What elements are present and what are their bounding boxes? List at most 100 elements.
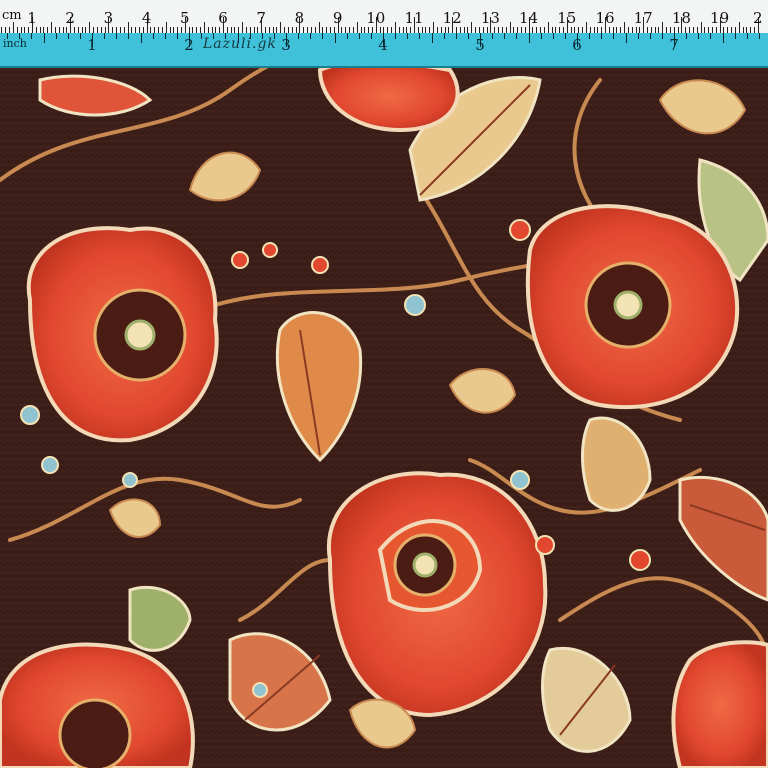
ruler-cm-label: 5: [180, 9, 190, 27]
ruler-cm-scale: cm 1 2 3 4 5 6 7 8 9 10 11 12 13 14 15 16 17 18 19 2: [0, 0, 768, 34]
ruler-cm-tick: [89, 22, 91, 33]
ruler-inch-tick: [564, 33, 566, 39]
ruler-inch-tick: [395, 33, 397, 39]
ruler-inch-tick: [322, 33, 324, 39]
ruler-cm-label: 18: [671, 9, 691, 27]
ruler-cm-label: 2: [753, 9, 763, 27]
fabric-photo: cm 1 2 3 4 5 6 7 8 9 10 11 12 13 14 15 16 17 18 19 2 inch L…: [0, 0, 768, 768]
ruler-inch-scale: inch Lazuli.gk 1234567: [0, 33, 768, 68]
ruler-cm-label: 12: [442, 9, 462, 27]
ruler-cm-tick: [624, 22, 626, 33]
ruler-cm-label: 4: [141, 9, 152, 27]
ruler-inch-tick: [540, 33, 542, 39]
ruler-inch-tick: [625, 33, 627, 43]
ruler-inch-tick: [746, 33, 748, 39]
ruler-inch-tick: [613, 33, 615, 39]
ruler-inch-tick: [19, 33, 21, 39]
ruler-inch-tick: [298, 33, 300, 39]
ruler-inch-tick: [79, 33, 81, 39]
ruler-inch-tick: [43, 33, 45, 43]
ruler-inch-tick: [407, 33, 409, 39]
ruler-inch-tick: [443, 33, 445, 39]
ruler-inch-tick: [722, 33, 724, 43]
ruler-cm-label: 10: [366, 9, 386, 27]
ruler-inch-tick: [164, 33, 166, 39]
ruler-inch-tick: [661, 33, 663, 39]
ruler-inch-tick: [686, 33, 688, 39]
ruler-cm-label: 3: [103, 9, 114, 27]
ruler-cm-label: 7: [256, 9, 266, 27]
ruler-inch-label: 5: [475, 36, 485, 54]
ruler-inch-tick: [370, 33, 372, 39]
ruler-cm-label: 15: [557, 9, 577, 27]
ruler-inch-tick: [237, 33, 239, 43]
ruler-cm-tick: [585, 22, 587, 33]
poppy-bottom-right: [671, 640, 768, 768]
ruler-cm-label: 1: [27, 9, 37, 27]
ruler-inch-tick: [698, 33, 700, 39]
ruler-cm-tick: [280, 22, 282, 33]
ruler-inch-tick: [710, 33, 712, 39]
ruler-cm-label: 13: [480, 9, 500, 27]
ruler-cm-tick: [165, 22, 167, 33]
ruler-cm-label: 17: [633, 9, 653, 27]
ruler-inch-tick: [734, 33, 736, 39]
ruler-inch-tick: [152, 33, 154, 39]
ruler-cm-tick: [547, 22, 549, 33]
ruler-cm-tick: [700, 22, 702, 33]
ruler-inch-tick: [467, 33, 469, 39]
ruler-inch-tick: [504, 33, 506, 39]
ruler-inch-tick: [128, 33, 130, 39]
ruler-inch-tick: [273, 33, 275, 39]
ruler-cm-tick: [356, 22, 358, 33]
ruler-inch-tick: [455, 33, 457, 39]
ruler-inch-label: 7: [669, 36, 679, 54]
ruler-inch-tick: [589, 33, 591, 39]
ruler-inch-tick: [31, 33, 33, 39]
ruler-cm-tick: [662, 22, 664, 33]
ruler-inch-tick: [552, 33, 554, 39]
ruler-inch-tick: [516, 33, 518, 39]
ruler-cm-tick: [394, 22, 396, 33]
ruler-inch-tick: [492, 33, 494, 39]
ruler-cm-label: 11: [404, 9, 424, 27]
ruler-inch-tick: [7, 33, 9, 39]
ruler-cm-tick: [738, 22, 740, 33]
ruler-inch-tick: [176, 33, 178, 39]
ruler-cm-tick: [471, 22, 473, 33]
ruler-inch-tick: [758, 33, 760, 39]
ruler-cm-tick: [433, 22, 435, 33]
ruler-inch-tick: [419, 33, 421, 39]
ruler-inch-label: 1: [87, 36, 97, 54]
ruler-inch-tick: [649, 33, 651, 39]
ruler-cm-tick: [51, 22, 53, 33]
ruler-inch-tick: [140, 33, 142, 43]
ruler-inch-tick: [358, 33, 360, 39]
ruler-cm-tick: [12, 22, 14, 33]
ruler-inch-tick: [67, 33, 69, 39]
ruler-cm-label: 16: [595, 9, 615, 27]
ruler-cm-label: 19: [710, 9, 730, 27]
ruler-cm-label: 14: [519, 9, 539, 27]
ruler-cm-tick: [509, 22, 511, 33]
ruler-inch-tick: [637, 33, 639, 39]
ruler-inch-tick: [346, 33, 348, 39]
poppy-right: [525, 204, 740, 410]
ruler-cm-label: 9: [332, 9, 343, 27]
floral-fabric-pattern: [0, 0, 768, 768]
ruler-inch-tick: [528, 33, 530, 43]
ruler-inch-tick: [55, 33, 57, 39]
ruler-inch-tick: [104, 33, 106, 39]
ruler-inch-tick: [116, 33, 118, 39]
ruler-inch-tick: [225, 33, 227, 39]
ruler-inch-label: 2: [184, 36, 194, 54]
ruler-inch-label: 4: [378, 36, 388, 54]
ruler-inch-tick: [601, 33, 603, 39]
ruler-inch-tick: [310, 33, 312, 39]
ruler-inch-tick: [249, 33, 251, 39]
ruler-cm-label: 6: [218, 9, 228, 27]
ruler-inch-tick: [431, 33, 433, 43]
ruler-cm-label: 8: [294, 9, 305, 27]
ruler-cm-unit: cm: [2, 8, 22, 23]
ruler-inch-label: 3: [281, 36, 291, 54]
